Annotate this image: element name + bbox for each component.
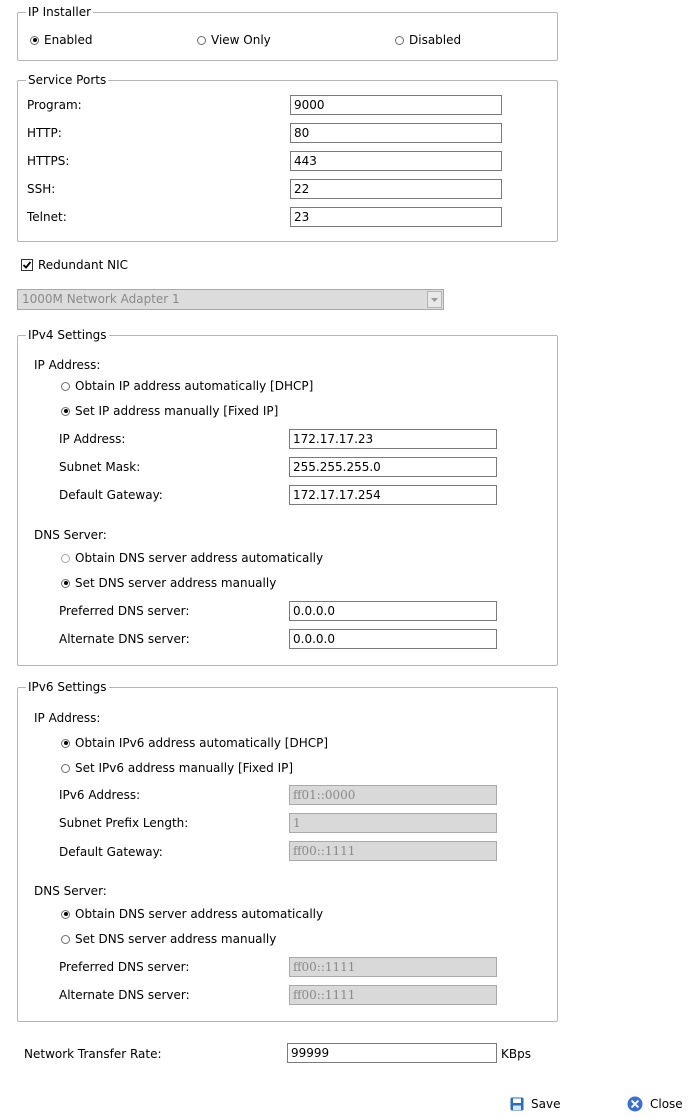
https-port-input[interactable]: 443 [290, 151, 502, 171]
ipv6-prefix-input[interactable]: 1 [289, 813, 497, 833]
ipv6-settings-legend: IPv6 Settings [26, 679, 109, 695]
ipv6-ip-heading: IP Address: [34, 711, 101, 725]
ip-installer-view-only-label: View Only [211, 33, 271, 47]
radio-icon[interactable] [197, 35, 206, 45]
ipv4-dns-auto-label: Obtain DNS server address automatically [75, 551, 324, 565]
ipv6-ip-manual-option[interactable]: Set IPv6 address manually [Fixed IP] [61, 761, 293, 775]
ipv4-dns-auto-option[interactable]: Obtain DNS server address automatically [61, 551, 323, 565]
radio-icon[interactable] [61, 406, 70, 416]
ipv4-ip-manual-label: Set IP address manually [Fixed IP] [75, 404, 279, 418]
ipv6-gateway-input[interactable]: ff00::1111 [289, 841, 497, 861]
ipv6-dns-heading: DNS Server: [34, 884, 107, 898]
ipv4-dns-manual-option[interactable]: Set DNS server address manually [61, 576, 276, 590]
ipv4-ip-heading: IP Address: [34, 358, 101, 372]
ipv4-alternate-dns-input[interactable]: 0.0.0.0 [289, 629, 497, 649]
close-button-label: Close [650, 1097, 683, 1111]
http-port-input[interactable]: 80 [290, 123, 502, 143]
transfer-rate-input[interactable]: 99999 [287, 1043, 497, 1063]
network-adapter-value: 1000M Network Adapter 1 [22, 292, 180, 306]
radio-icon[interactable] [61, 381, 70, 391]
radio-icon[interactable] [61, 553, 70, 563]
ssh-port-input[interactable]: 22 [290, 179, 502, 199]
ipv6-alternate-dns-input[interactable]: ff00::1111 [289, 985, 497, 1005]
close-button[interactable]: Close [627, 1096, 683, 1112]
radio-icon[interactable] [61, 763, 70, 773]
chevron-down-icon[interactable] [427, 291, 442, 308]
redundant-nic-label: Redundant NIC [38, 258, 128, 272]
ip-installer-enabled-option[interactable]: Enabled [30, 33, 93, 47]
program-port-input[interactable]: 9000 [290, 95, 502, 115]
radio-icon[interactable] [30, 35, 39, 45]
transfer-rate-label: Network Transfer Rate: [24, 1047, 162, 1061]
ipv4-settings-legend: IPv4 Settings [26, 327, 109, 343]
network-adapter-select[interactable]: 1000M Network Adapter 1 [17, 289, 444, 310]
checkbox-icon[interactable] [21, 259, 33, 271]
radio-icon[interactable] [61, 909, 70, 919]
ipv4-gateway-label: Default Gateway: [59, 488, 163, 502]
ipv4-dns-manual-label: Set DNS server address manually [75, 576, 277, 590]
http-port-label: HTTP: [27, 126, 62, 140]
radio-icon[interactable] [395, 35, 404, 45]
ip-installer-group: IP Installer [17, 4, 558, 61]
save-button-label: Save [531, 1097, 561, 1111]
ipv4-preferred-dns-input[interactable]: 0.0.0.0 [289, 601, 497, 621]
ipv6-gateway-label: Default Gateway: [59, 845, 163, 859]
radio-icon[interactable] [61, 578, 70, 588]
ipv6-ip-auto-label: Obtain IPv6 address automatically [DHCP] [75, 736, 329, 750]
ipv4-ip-auto-option[interactable]: Obtain IP address automatically [DHCP] [61, 379, 313, 393]
save-button[interactable]: Save [510, 1097, 560, 1111]
ipv4-alternate-dns-label: Alternate DNS server: [59, 632, 190, 646]
close-circle-icon [627, 1096, 643, 1112]
ssh-port-label: SSH: [27, 182, 56, 196]
ipv4-subnet-label: Subnet Mask: [59, 460, 141, 474]
ip-installer-disabled-label: Disabled [409, 33, 462, 47]
redundant-nic-checkbox[interactable]: Redundant NIC [21, 258, 128, 272]
telnet-port-input[interactable]: 23 [290, 207, 502, 227]
ipv4-address-label: IP Address: [59, 432, 126, 446]
ipv4-dns-heading: DNS Server: [34, 528, 107, 542]
ipv6-preferred-dns-label: Preferred DNS server: [59, 960, 190, 974]
floppy-disk-icon [510, 1097, 524, 1111]
ipv6-dns-manual-label: Set DNS server address manually [75, 932, 277, 946]
ipv6-prefix-label: Subnet Prefix Length: [59, 816, 189, 830]
ipv4-address-input[interactable]: 172.17.17.23 [289, 429, 497, 449]
ip-installer-disabled-option[interactable]: Disabled [395, 33, 461, 47]
ipv6-dns-manual-option[interactable]: Set DNS server address manually [61, 932, 276, 946]
ipv6-preferred-dns-input[interactable]: ff00::1111 [289, 957, 497, 977]
program-port-label: Program: [27, 98, 82, 112]
ipv6-alternate-dns-label: Alternate DNS server: [59, 988, 190, 1002]
radio-icon[interactable] [61, 934, 70, 944]
ip-installer-enabled-label: Enabled [44, 33, 93, 47]
radio-icon[interactable] [61, 738, 70, 748]
ipv6-dns-auto-label: Obtain DNS server address automatically [75, 907, 324, 921]
ipv4-ip-manual-option[interactable]: Set IP address manually [Fixed IP] [61, 404, 278, 418]
ipv4-ip-auto-label: Obtain IP address automatically [DHCP] [75, 379, 314, 393]
service-ports-legend: Service Ports [26, 72, 109, 88]
transfer-rate-unit: KBps [501, 1047, 531, 1061]
ipv6-address-label: IPv6 Address: [59, 788, 141, 802]
ipv4-preferred-dns-label: Preferred DNS server: [59, 604, 190, 618]
https-port-label: HTTPS: [27, 154, 70, 168]
telnet-port-label: Telnet: [27, 210, 67, 224]
ip-installer-legend: IP Installer [26, 4, 94, 20]
ipv4-gateway-input[interactable]: 172.17.17.254 [289, 485, 497, 505]
ipv6-ip-manual-label: Set IPv6 address manually [Fixed IP] [75, 761, 294, 775]
ip-installer-view-only-option[interactable]: View Only [197, 33, 271, 47]
ipv6-dns-auto-option[interactable]: Obtain DNS server address automatically [61, 907, 323, 921]
ipv6-address-input[interactable]: ff01::0000 [289, 785, 497, 805]
ipv6-ip-auto-option[interactable]: Obtain IPv6 address automatically [DHCP] [61, 736, 328, 750]
ipv4-subnet-input[interactable]: 255.255.255.0 [289, 457, 497, 477]
